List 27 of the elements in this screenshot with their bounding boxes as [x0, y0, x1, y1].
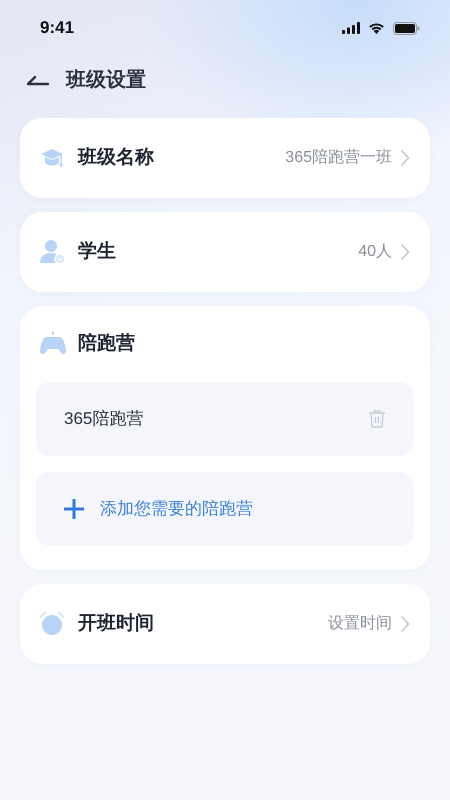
chevron-right-icon — [400, 149, 410, 167]
camp-name: 365陪跑营 — [64, 408, 144, 430]
settings-row[interactable]: 班级名称 365陪跑营一班 — [20, 118, 430, 198]
row-value: 设置时间 — [328, 614, 392, 634]
user-check-icon — [40, 239, 66, 265]
signal-icon — [342, 22, 360, 34]
row-value: 365陪跑营一班 — [285, 148, 392, 168]
status-time: 9:41 — [40, 17, 74, 40]
row-label: 学生 — [78, 240, 116, 264]
gamepad-icon — [40, 332, 66, 356]
row-label: 开班时间 — [78, 612, 154, 636]
row-label: 班级名称 — [78, 146, 154, 170]
back-button[interactable] — [26, 74, 50, 86]
alarm-clock-icon — [40, 612, 64, 636]
row-value: 40人 — [358, 242, 392, 262]
settings-row[interactable]: 开班时间 设置时间 — [20, 584, 430, 664]
camp-item[interactable]: 365陪跑营 — [36, 382, 414, 456]
settings-row[interactable]: 学生 40人 — [20, 212, 430, 292]
wifi-icon — [368, 22, 385, 34]
add-camp-button[interactable]: 添加您需要的陪跑营 — [36, 472, 414, 546]
chevron-right-icon — [400, 243, 410, 261]
page-title: 班级设置 — [66, 68, 146, 93]
plus-icon — [64, 499, 84, 519]
graduation-cap-icon — [40, 148, 64, 168]
chevron-right-icon — [400, 615, 410, 633]
section-title: 陪跑营 — [78, 332, 135, 356]
battery-icon — [393, 22, 420, 34]
